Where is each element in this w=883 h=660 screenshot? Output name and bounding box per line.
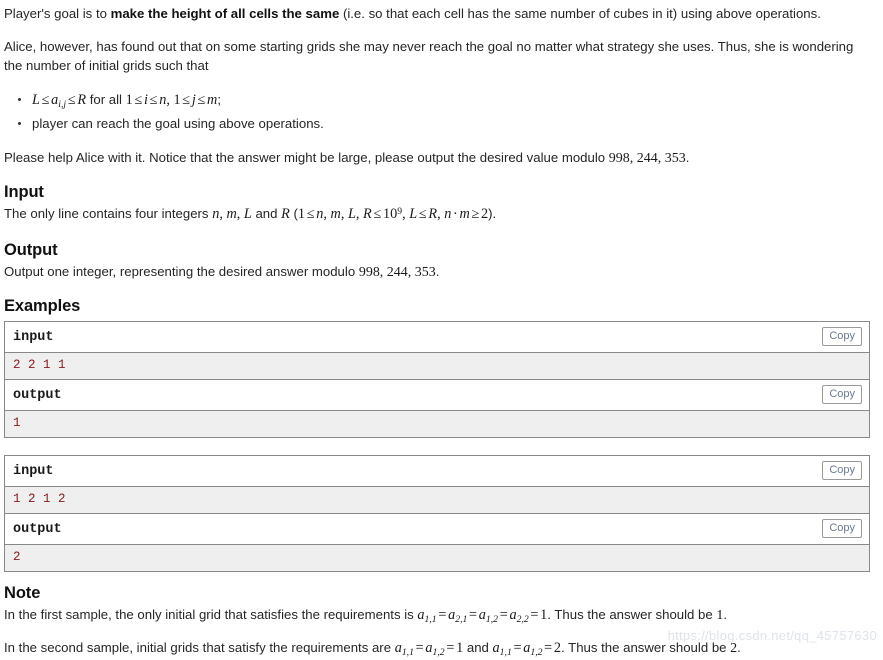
output-tail-text: . <box>435 263 440 279</box>
input-constraint-open: ( <box>289 206 298 222</box>
sample-2-input-label: input <box>13 464 54 480</box>
sample-1-output-data[interactable]: 1 <box>5 411 869 439</box>
input-vars-math: n, m, L <box>212 206 252 223</box>
modulo-value: 998, 244, 353 <box>608 150 686 166</box>
output-section-heading: Output <box>4 240 58 259</box>
examples-section-heading: Examples <box>4 297 81 316</box>
input-and-word: and <box>251 206 282 222</box>
sample-1-output-title: output Copy <box>5 380 869 412</box>
modulo-tail-text: . <box>685 149 690 165</box>
sample-test-1: input Copy 2 2 1 1 output Copy 1 <box>4 321 870 439</box>
note-1-tail-text: . <box>723 607 728 623</box>
list-item: player can reach the goal using above op… <box>18 113 867 134</box>
goal-lead-text: Player's goal is to <box>4 6 111 21</box>
output-modulo-value: 998, 244, 353 <box>358 264 436 280</box>
sample-1-input-title: input Copy <box>5 322 869 354</box>
sample-1-output-copy-button[interactable]: Copy <box>822 385 862 405</box>
goal-paragraph: Player's goal is to make the height of a… <box>4 4 867 23</box>
note-1-math: a1,1 = a2,1 = a1,2 = a2,2 = 1 <box>417 607 548 625</box>
goal-tail-text: (i.e. so that each cell has the same num… <box>339 6 821 21</box>
sample-2-output-data[interactable]: 2 <box>5 545 869 573</box>
note-2-middle-text: . Thus the answer should be <box>561 640 731 656</box>
sample-2-input-copy-button[interactable]: Copy <box>822 461 862 481</box>
note-section-heading: Note <box>4 584 41 603</box>
bullet-middle-text: for all <box>86 92 126 108</box>
input-lead-text: The only line contains four integers <box>4 206 213 222</box>
list-item: L ≤ ai,j ≤ R for all 1 ≤ i ≤ n, 1 ≤ j ≤ m; <box>18 89 867 112</box>
modulo-lead-text: Please help Alice with it. Notice that t… <box>4 149 609 165</box>
input-var-r-math: R <box>281 206 290 223</box>
sample-1-input-data[interactable]: 2 2 1 1 <box>5 353 869 381</box>
input-constraint-math: 1 ≤ n, m, L, R ≤109, L ≤ R, n · m ≥2 <box>297 205 489 223</box>
sample-1-input-copy-button[interactable]: Copy <box>822 327 862 347</box>
modulo-paragraph: Please help Alice with it. Notice that t… <box>4 148 867 169</box>
input-section-body: The only line contains four integers n, … <box>4 204 867 225</box>
note-2-tail-text: . <box>737 640 741 656</box>
note-paragraph-1: In the first sample, the only initial gr… <box>4 605 867 626</box>
note-2-math-1: a1,1 = a1,2 = 1 <box>394 640 464 659</box>
output-section-body: Output one integer, representing the des… <box>4 262 867 283</box>
sample-tests-container: input Copy 2 2 1 1 output Copy 1 input C… <box>4 321 870 573</box>
input-section-heading: Input <box>4 183 44 202</box>
note-2-lead-text: In the second sample, initial grids that… <box>4 640 395 656</box>
output-lead-text: Output one integer, representing the des… <box>4 263 359 279</box>
sample-2-input-data[interactable]: 1 2 1 2 <box>5 487 869 515</box>
note-2-and-word: and <box>463 640 493 656</box>
note-1-lead-text: In the first sample, the only initial gr… <box>4 607 418 623</box>
sample-2-input-title: input Copy <box>5 456 869 488</box>
bullet-math-indices: 1 ≤ i ≤ n, 1 ≤ j ≤ m <box>125 92 218 109</box>
alice-paragraph: Alice, however, has found out that on so… <box>4 39 854 74</box>
sample-2-output-title: output Copy <box>5 514 869 546</box>
problem-statement-page: Player's goal is to make the height of a… <box>0 0 883 660</box>
goal-bold-text: make the height of all cells the same <box>110 6 340 21</box>
requirements-list: L ≤ ai,j ≤ R for all 1 ≤ i ≤ n, 1 ≤ j ≤ m; player ca… <box>4 89 867 133</box>
bullet-math-range: L ≤ ai,j ≤ R <box>32 92 87 111</box>
input-constraint-close: ). <box>488 206 497 222</box>
bullet-end-text: ; <box>217 92 221 108</box>
sample-test-2: input Copy 1 2 1 2 output Copy 2 <box>4 455 870 573</box>
sample-2-output-copy-button[interactable]: Copy <box>822 519 862 539</box>
note-2-math-2: a1,1 = a1,2 = 2 <box>492 640 562 659</box>
sample-2-output-label: output <box>13 522 62 538</box>
sample-1-output-label: output <box>13 388 62 404</box>
note-1-middle-text: . Thus the answer should be <box>547 607 717 623</box>
sample-1-input-label: input <box>13 330 54 346</box>
